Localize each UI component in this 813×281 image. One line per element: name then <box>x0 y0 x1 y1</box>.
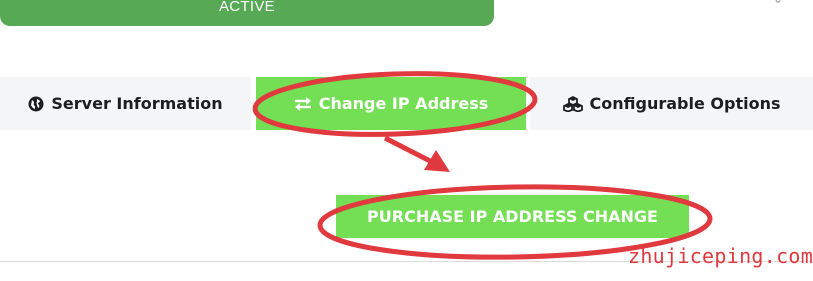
corner-chevron-icon: ⌄ <box>773 0 783 6</box>
status-bar: ACTIVE <box>0 0 494 26</box>
tab-configurable-options[interactable]: Configurable Options <box>530 77 813 130</box>
cubes-icon <box>562 95 583 112</box>
tab-change-ip-address-label: Change IP Address <box>318 94 489 113</box>
exchange-arrows-icon <box>294 96 312 112</box>
annotation-arrow-head <box>424 150 450 172</box>
status-label: ACTIVE <box>219 0 275 15</box>
tab-server-information[interactable]: Server Information <box>0 77 251 130</box>
tab-bar: Server Information Change IP Address Con… <box>0 77 813 130</box>
globe-icon <box>28 96 44 112</box>
tab-change-ip-address[interactable]: Change IP Address <box>256 77 526 130</box>
watermark-text: zhujiceping.com <box>628 244 813 268</box>
tab-configurable-options-label: Configurable Options <box>589 94 781 113</box>
annotation-overlay <box>252 71 713 260</box>
annotation-arrow-line <box>383 135 434 165</box>
purchase-ip-change-button[interactable]: PURCHASE IP ADDRESS CHANGE <box>336 195 689 238</box>
tab-server-information-label: Server Information <box>51 94 223 113</box>
